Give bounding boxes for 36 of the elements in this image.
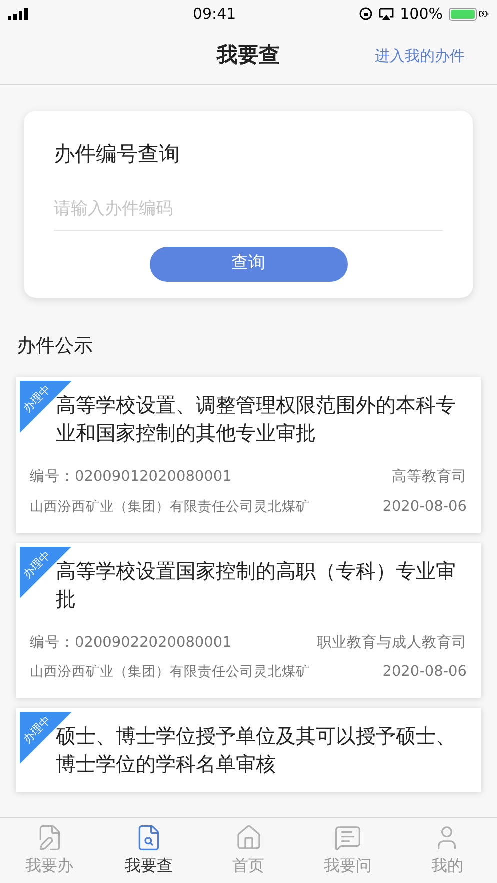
case-number-field[interactable]: 请输入办件编码 [54,188,443,230]
question-bubble-icon [334,824,362,852]
case-card[interactable]: 办理中 高等学校设置国家控制的高职（专科）专业审批 编号：02009022020080001 职业教育与成人教育司 山西汾西矿业（集团）有限责任公司灵北煤矿 2020-08-06 [16,542,481,698]
signal-icon [8,8,30,20]
applicant: 山西汾西矿业（集团）有限责任公司灵北煤矿 [30,498,310,517]
status-label: 办理中 [20,712,54,748]
rotation-lock-icon [359,7,374,21]
status-label: 办理中 [20,382,54,417]
tab-bar-item[interactable]: 我要问 [298,818,398,883]
tab-bar-item[interactable]: 我要办 [0,818,100,883]
case-card[interactable]: 办理中 高等学校设置、调整管理权限范围外的本科专业和国家控制的其他专业审批 编号：02009012020080001 高等教育司 山西汾西矿业（集团）有限责任公司灵北煤矿 2020-08-06 [16,377,481,532]
query-button[interactable]: 查询 [150,246,348,282]
case-title: 高等学校设置国家控制的高职（专科）专业审批 [56,558,457,612]
date: 2020-08-06 [382,663,467,682]
section-title: 办件公示 [17,334,94,358]
card-title: 办件编号查询 [54,141,181,168]
airplay-icon [379,8,394,20]
clock-time: 09:41 [192,4,236,25]
status-label: 办理中 [20,547,54,582]
applicant: 山西汾西矿业（集团）有限责任公司灵北煤矿 [30,663,310,682]
case-title: 硕士、博士学位授予单位及其可以授予硕士、博士学位的学科名单审核 [56,723,457,778]
department: 职业教育与成人教育司 [317,634,467,652]
tab-bar-item[interactable]: 我的 [398,818,497,883]
battery-percentage: 100% [400,4,443,25]
my-cases-link[interactable]: 进入我的办件 [375,44,465,68]
battery-icon [449,8,489,20]
page-title: 我要查 [217,42,280,70]
case-number: 编号：02009022020080001 [30,634,232,652]
case-number: 编号：02009012020080001 [30,468,232,487]
home-icon [234,824,263,852]
tab-bar-item[interactable]: 首页 [198,818,298,883]
case-title: 高等学校设置、调整管理权限范围外的本科专业和国家控制的其他专业审批 [56,392,457,447]
case-card[interactable]: 办理中 硕士、博士学位授予单位及其可以授予硕士、博士学位的学科名单审核 [16,708,481,792]
date: 2020-08-06 [382,498,467,517]
department: 高等教育司 [392,468,467,487]
tab-bar-item[interactable]: 我要查 [99,818,199,883]
